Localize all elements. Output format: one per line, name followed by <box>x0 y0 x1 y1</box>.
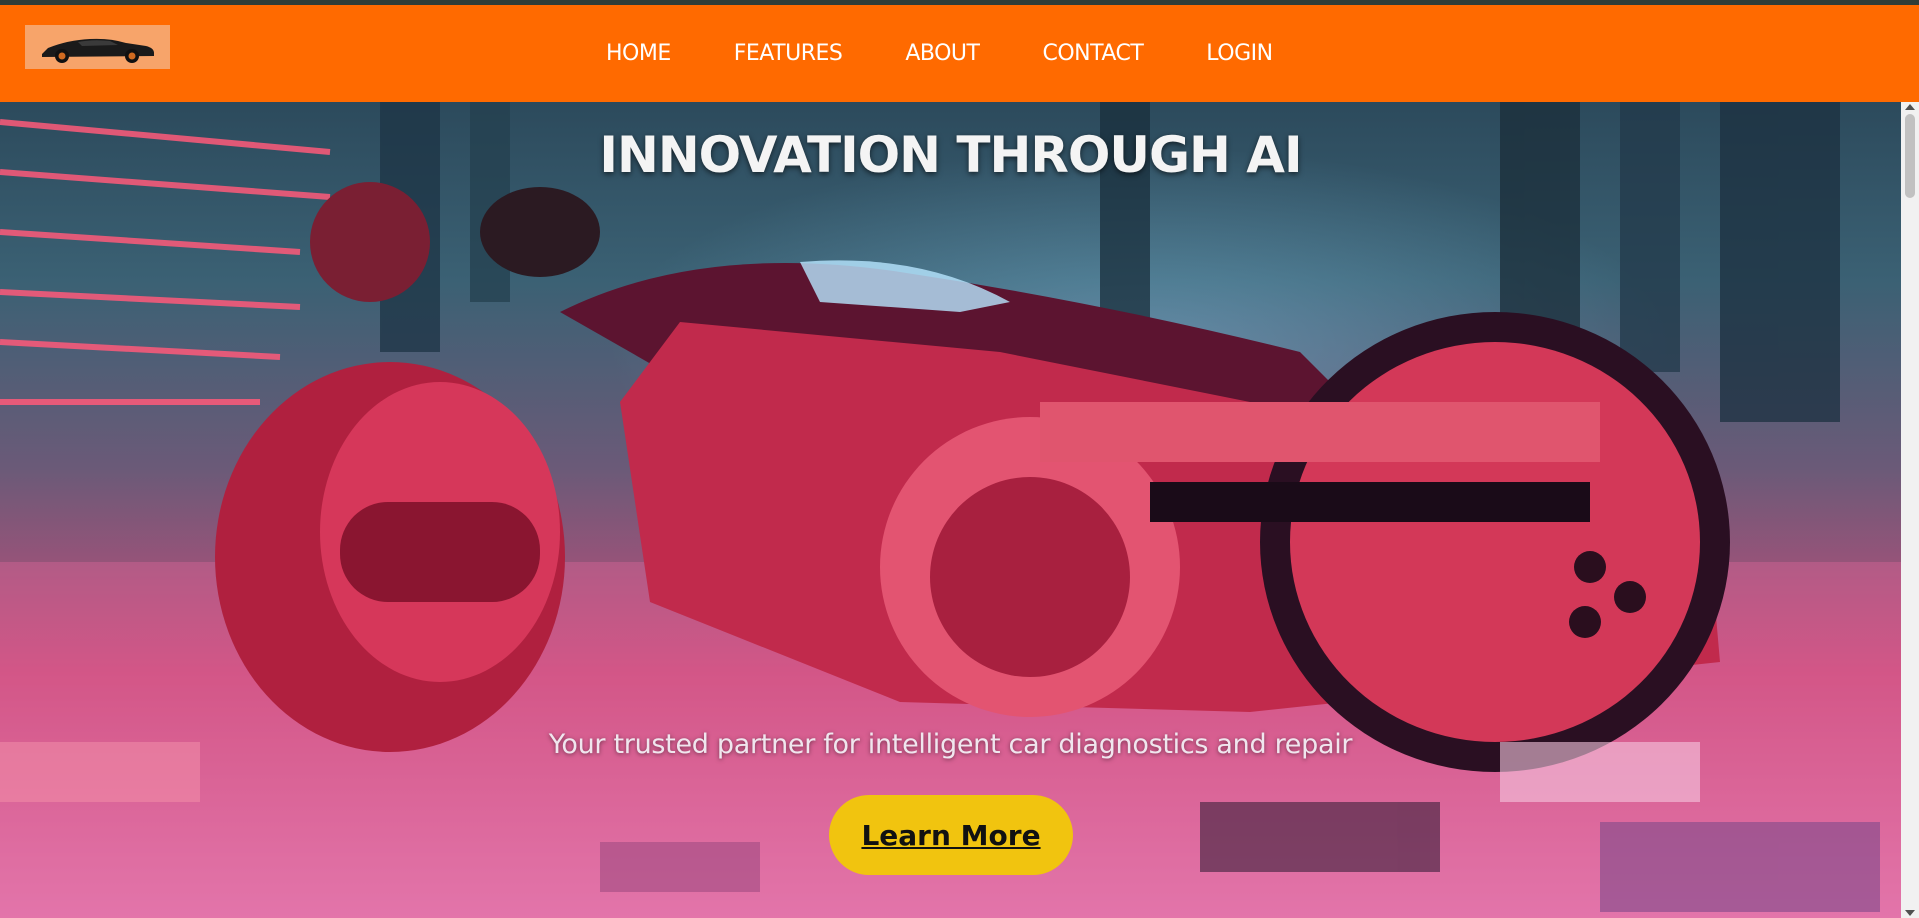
scroll-up-icon[interactable] <box>1905 104 1915 110</box>
nav-contact[interactable]: CONTACT <box>1042 41 1143 66</box>
learn-more-button[interactable]: Learn More <box>829 795 1073 875</box>
hero-section: INNOVATION THROUGH AI Your trusted partn… <box>0 102 1901 918</box>
nav-login[interactable]: LOGIN <box>1206 41 1273 66</box>
nav-home[interactable]: HOME <box>606 41 671 66</box>
scroll-down-icon[interactable] <box>1905 910 1915 916</box>
nav-features[interactable]: FEATURES <box>734 41 843 66</box>
page-scrollbar[interactable] <box>1901 102 1919 918</box>
navbar: HOME FEATURES ABOUT CONTACT LOGIN <box>0 5 1919 102</box>
main-nav: HOME FEATURES ABOUT CONTACT LOGIN <box>606 41 1273 66</box>
hero-subtitle: Your trusted partner for intelligent car… <box>548 729 1353 760</box>
sports-car-icon <box>41 38 154 63</box>
hero-title: INNOVATION THROUGH AI <box>599 126 1302 184</box>
nav-about[interactable]: ABOUT <box>905 41 980 66</box>
site-logo[interactable] <box>25 25 170 69</box>
scroll-thumb[interactable] <box>1905 114 1915 198</box>
